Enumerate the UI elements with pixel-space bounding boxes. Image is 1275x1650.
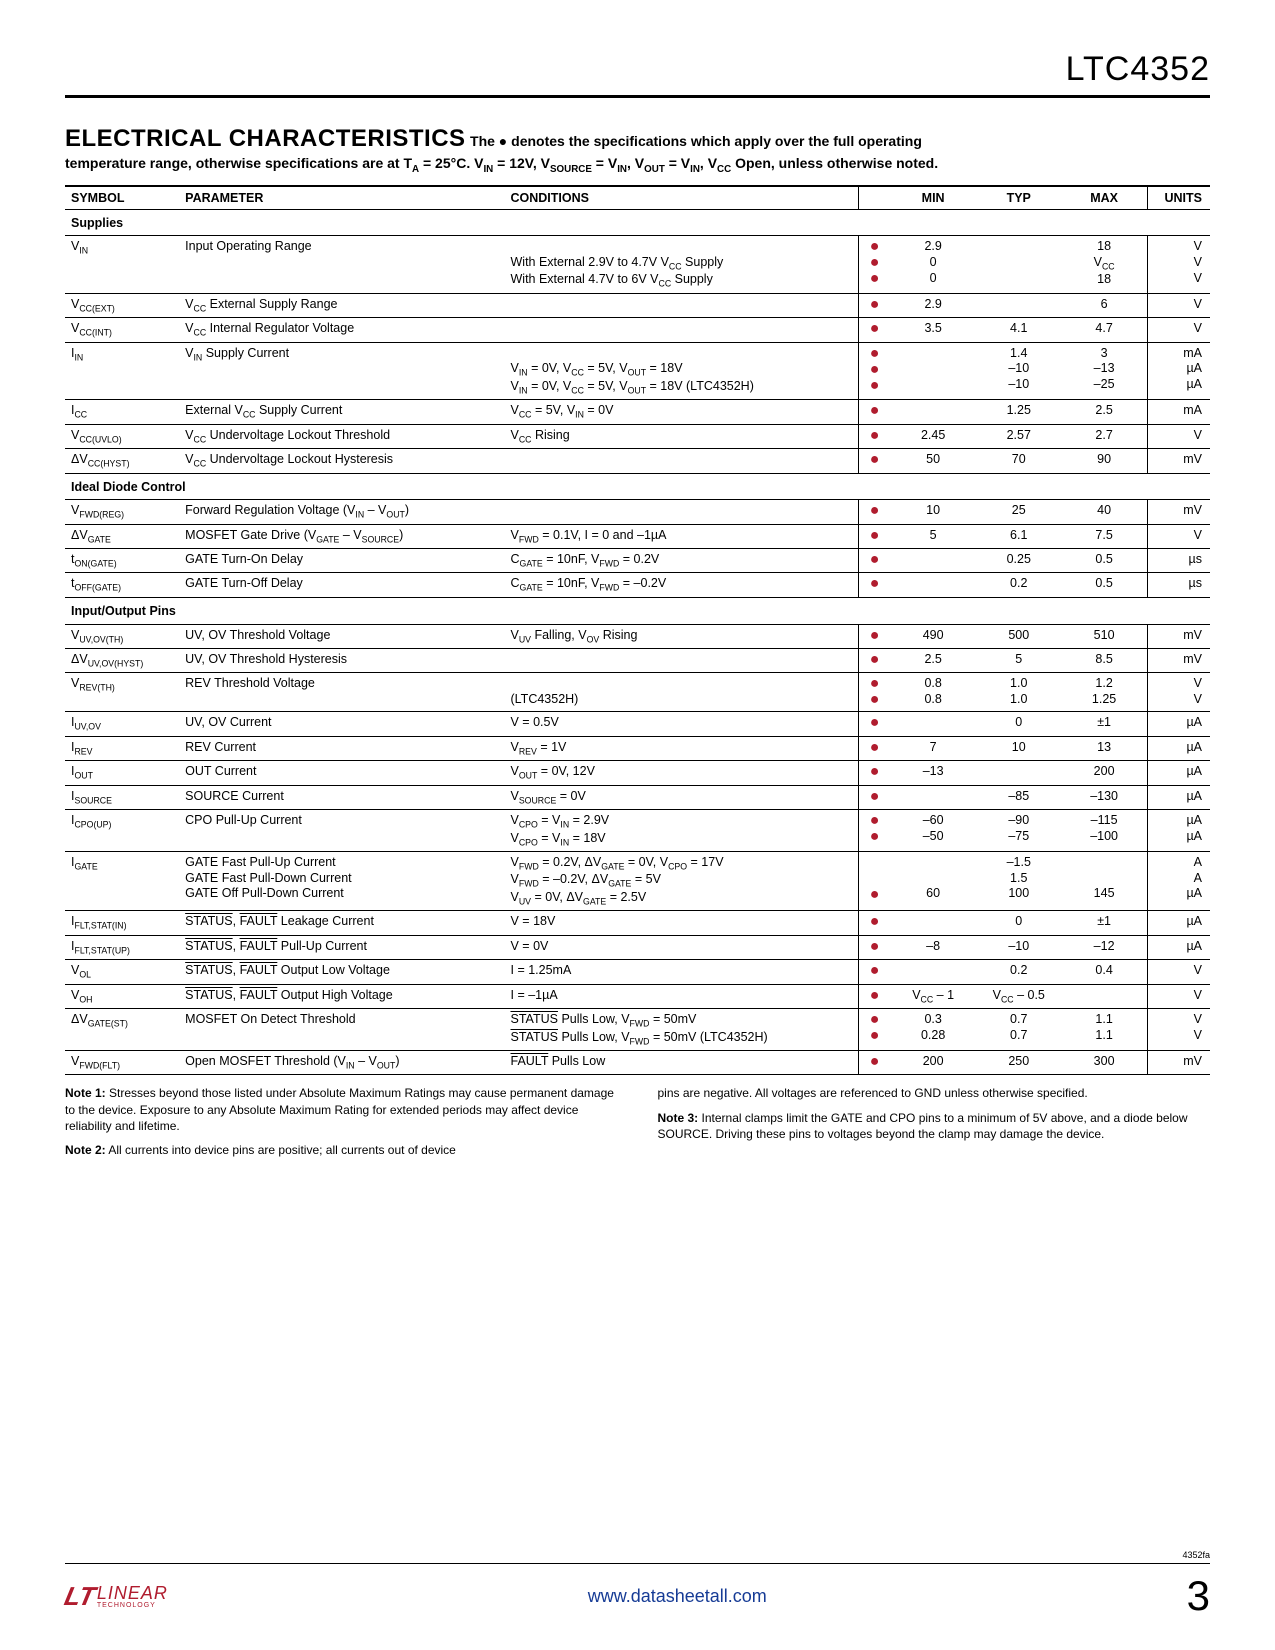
notes-right: pins are negative. All voltages are refe…: [658, 1085, 1211, 1166]
group-header: Supplies: [65, 209, 1210, 236]
section-title: ELECTRICAL CHARACTERISTICS: [65, 125, 466, 152]
table-row: ICCExternal VCC Supply CurrentVCC = 5V, …: [65, 400, 1210, 424]
table-row: ISOURCESOURCE CurrentVSOURCE = 0V● –85–1…: [65, 785, 1210, 809]
page-number: 3: [1187, 1572, 1210, 1620]
table-row: ΔVUV,OV(HYST)UV, OV Threshold Hysteresis…: [65, 648, 1210, 672]
table-row: IFLT,STAT(IN)STATUS, FAULT Leakage Curre…: [65, 911, 1210, 935]
page-footer: 4352fa LT LINEAR TECHNOLOGY www.datashee…: [65, 1563, 1210, 1620]
part-number: LTC4352: [65, 50, 1210, 98]
header-note-1: The ● denotes the specifications which a…: [470, 133, 922, 149]
logo-subtext: TECHNOLOGY: [97, 1602, 168, 1609]
th-symbol: SYMBOL: [65, 186, 179, 210]
logo-mark-icon: LT: [63, 1586, 97, 1607]
table-row: ICPO(UP)CPO Pull-Up CurrentVCPO = VIN = …: [65, 810, 1210, 852]
th-conditions: CONDITIONS: [505, 186, 859, 210]
table-row: IFLT,STAT(UP)STATUS, FAULT Pull-Up Curre…: [65, 935, 1210, 959]
table-row: VINInput Operating Range With External 2…: [65, 236, 1210, 294]
logo-text: LINEAR: [97, 1583, 168, 1603]
table-row: VCC(INT)VCC Internal Regulator Voltage ●…: [65, 318, 1210, 342]
table-row: IINVIN Supply Current VIN = 0V, VCC = 5V…: [65, 342, 1210, 400]
table-row: VCC(EXT)VCC External Supply Range ●2.9 6…: [65, 293, 1210, 317]
table-row: VUV,OV(TH)UV, OV Threshold VoltageVUV Fa…: [65, 624, 1210, 648]
table-row: IOUTOUT CurrentVOUT = 0V, 12V●–13 200µA: [65, 761, 1210, 785]
table-row: tON(GATE)GATE Turn-On DelayCGATE = 10nF,…: [65, 549, 1210, 573]
table-row: IGATEGATE Fast Pull-Up CurrentGATE Fast …: [65, 852, 1210, 911]
th-dot: [858, 186, 890, 210]
th-typ: TYP: [976, 186, 1062, 210]
table-row: VCC(UVLO)VCC Undervoltage Lockout Thresh…: [65, 424, 1210, 448]
table-row: IUV,OVUV, OV CurrentV = 0.5V● 0±1µA: [65, 712, 1210, 736]
linear-logo: LT LINEAR TECHNOLOGY: [65, 1583, 168, 1609]
group-header: Ideal Diode Control: [65, 473, 1210, 500]
table-row: VFWD(FLT)Open MOSFET Threshold (VIN – VO…: [65, 1050, 1210, 1074]
electrical-characteristics-table: SYMBOL PARAMETER CONDITIONS MIN TYP MAX …: [65, 185, 1210, 1076]
group-header: Input/Output Pins: [65, 597, 1210, 624]
section-header-block: ELECTRICAL CHARACTERISTICS The ● denotes…: [65, 123, 1210, 177]
table-row: ΔVGATEMOSFET Gate Drive (VGATE – VSOURCE…: [65, 524, 1210, 548]
notes-block: Note 1: Stresses beyond those listed und…: [65, 1085, 1210, 1166]
th-parameter: PARAMETER: [179, 186, 504, 210]
table-row: ΔVGATE(ST)MOSFET On Detect ThresholdSTAT…: [65, 1009, 1210, 1051]
table-row: tOFF(GATE)GATE Turn-Off DelayCGATE = 10n…: [65, 573, 1210, 597]
th-max: MAX: [1062, 186, 1148, 210]
table-row: VREV(TH)REV Threshold Voltage (LTC4352H)…: [65, 673, 1210, 712]
table-row: VOLSTATUS, FAULT Output Low VoltageI = 1…: [65, 960, 1210, 984]
th-units: UNITS: [1147, 186, 1210, 210]
doc-id: 4352fa: [1182, 1550, 1210, 1560]
table-row: ΔVCC(HYST)VCC Undervoltage Lockout Hyste…: [65, 449, 1210, 473]
header-note-2: temperature range, otherwise specificati…: [65, 155, 938, 171]
footer-url: www.datasheetall.com: [588, 1586, 767, 1607]
table-row: IREVREV CurrentVREV = 1V●71013µA: [65, 736, 1210, 760]
table-row: VOHSTATUS, FAULT Output High VoltageI = …: [65, 984, 1210, 1008]
th-min: MIN: [890, 186, 976, 210]
table-header-row: SYMBOL PARAMETER CONDITIONS MIN TYP MAX …: [65, 186, 1210, 210]
notes-left: Note 1: Stresses beyond those listed und…: [65, 1085, 618, 1166]
table-row: VFWD(REG)Forward Regulation Voltage (VIN…: [65, 500, 1210, 524]
